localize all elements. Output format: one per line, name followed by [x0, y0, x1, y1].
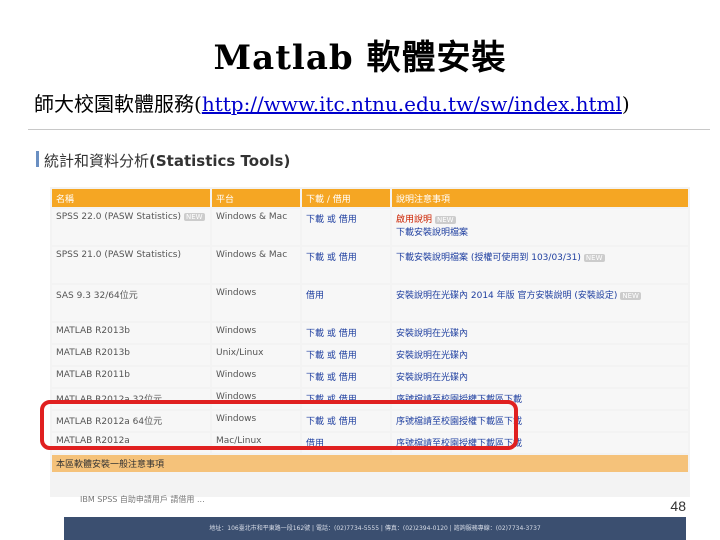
download-link[interactable]: 下載 或 借用 — [302, 247, 390, 283]
table-row: SPSS 21.0 (PASW Statistics) Windows & Ma… — [52, 247, 688, 283]
new-badge: NEW — [435, 215, 456, 224]
table-row: MATLAB R2011b Windows 下載 或 借用 安裝說明在光碟內 — [52, 367, 688, 387]
subtitle-suffix: ) — [621, 92, 630, 116]
general-notes-label: 本區軟體安裝一般注意事項 — [52, 455, 688, 472]
platform-cell: Unix/Linux — [212, 345, 300, 365]
matlab-r2012a-highlight — [40, 400, 518, 450]
notes-cell[interactable]: 下載安裝說明檔案 (授權可使用到 103/03/31) NEW — [392, 247, 688, 283]
notes-cell[interactable]: 啟用說明 NEW 下載安裝說明檔案 — [392, 209, 688, 245]
download-link[interactable]: 下載 或 借用 — [302, 323, 390, 343]
new-badge: NEW — [583, 253, 605, 262]
software-service-link[interactable]: http://www.itc.ntnu.edu.tw/sw/index.html — [202, 92, 622, 116]
header-name: 名稱 — [52, 189, 210, 207]
platform-cell: Windows & Mac — [212, 247, 300, 283]
download-link[interactable]: 下載 或 借用 — [302, 345, 390, 365]
platform-cell: Windows — [212, 285, 300, 321]
slide-subtitle: 師大校園軟體服務(http://www.itc.ntnu.edu.tw/sw/i… — [34, 88, 630, 117]
header-download: 下載 / 借用 — [302, 189, 390, 207]
table-row: SPSS 22.0 (PASW Statistics) NEW Windows &… — [52, 209, 688, 245]
divider — [28, 129, 710, 130]
site-footer: 地址：106臺北市和平東路一段162號 | 電話：(02)7734-5555 |… — [64, 517, 686, 540]
new-badge: NEW — [620, 291, 641, 300]
subtitle-prefix: 師大校園軟體服務( — [34, 92, 202, 116]
header-notes: 說明注意事項 — [392, 189, 688, 207]
table-footer-row: 本區軟體安裝一般注意事項 — [52, 455, 688, 472]
software-table: 名稱 平台 下載 / 借用 說明注意事項 SPSS 22.0 (PASW Sta… — [50, 187, 690, 497]
page-number: 48 — [670, 498, 686, 514]
download-link[interactable]: 下載 或 借用 — [302, 209, 390, 245]
table-header-row: 名稱 平台 下載 / 借用 說明注意事項 — [52, 189, 688, 207]
section-title-zh: 統計和資料分析 — [44, 152, 150, 170]
platform-cell: Windows & Mac — [212, 209, 300, 245]
notes-text[interactable]: 下載安裝說明檔案 — [396, 228, 468, 238]
slide-title: Matlab 軟體安裝 — [213, 38, 507, 78]
software-name: SAS 9.3 32/64位元 — [52, 285, 210, 321]
software-name: MATLAB R2013b — [52, 345, 210, 365]
notes-cell[interactable]: 安裝說明在光碟內 — [392, 323, 688, 343]
table-row: SAS 9.3 32/64位元 Windows 借用 安裝說明在光碟內 2014… — [52, 285, 688, 321]
faded-note: IBM SPSS 自助申請用戶 請借用 ... — [80, 495, 205, 504]
platform-cell: Windows — [212, 367, 300, 387]
software-name: SPSS 21.0 (PASW Statistics) — [52, 247, 210, 283]
notes-cell[interactable]: 安裝說明在光碟內 — [392, 345, 688, 365]
section-title-en: (Statistics Tools) — [149, 152, 291, 170]
software-name: SPSS 22.0 (PASW Statistics) NEW — [52, 209, 210, 245]
table-row: MATLAB R2013b Unix/Linux 下載 或 借用 安裝說明在光碟… — [52, 345, 688, 365]
software-name: MATLAB R2011b — [52, 367, 210, 387]
download-link[interactable]: 下載 或 借用 — [302, 367, 390, 387]
notes-cell[interactable]: 安裝說明在光碟內 — [392, 367, 688, 387]
table-row: MATLAB R2013b Windows 下載 或 借用 安裝說明在光碟內 — [52, 323, 688, 343]
platform-cell: Windows — [212, 323, 300, 343]
new-badge: NEW — [183, 212, 205, 221]
activation-guide-link[interactable]: 啟用說明 — [396, 215, 432, 225]
notes-text[interactable]: 下載安裝說明檔案 (授權可使用到 103/03/31) — [396, 253, 581, 263]
software-name: MATLAB R2013b — [52, 323, 210, 343]
section-title: 統計和資料分析(Statistics Tools) — [44, 150, 290, 171]
notes-cell[interactable]: 安裝說明在光碟內 2014 年版 官方安裝說明 (安裝設定) NEW — [392, 285, 688, 321]
software-name-text: SPSS 22.0 (PASW Statistics) — [56, 212, 181, 222]
notes-text[interactable]: 安裝說明在光碟內 2014 年版 官方安裝說明 (安裝設定) — [396, 291, 617, 301]
download-link[interactable]: 借用 — [302, 285, 390, 321]
header-platform: 平台 — [212, 189, 300, 207]
section-marker — [36, 151, 39, 167]
